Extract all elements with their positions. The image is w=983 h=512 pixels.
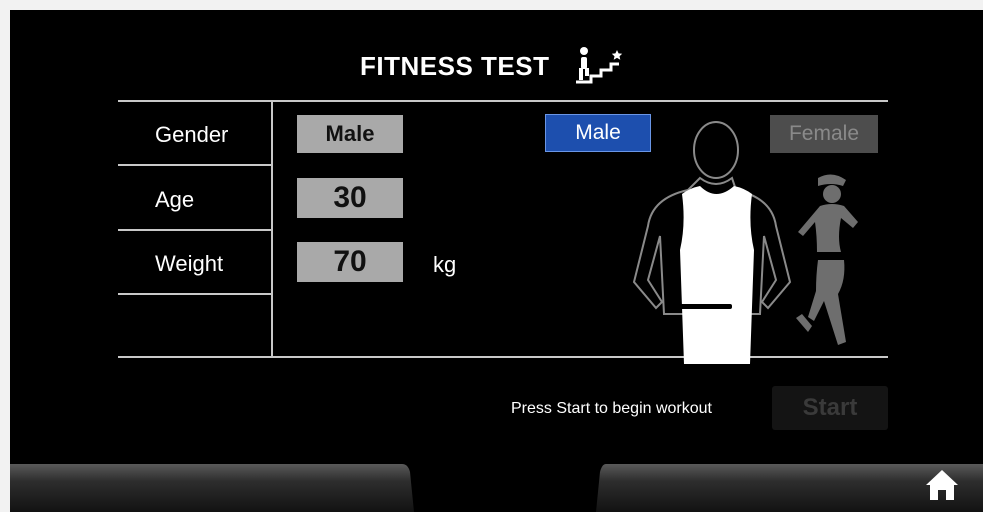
row-divider [118,164,273,166]
gender-label: Gender [155,122,229,147]
page-title: FITNESS TEST [360,50,550,81]
gender-figures-illustration [632,121,858,364]
fitness-test-screen: FITNESS TEST Gender Male Age 30 Weight 7… [10,10,983,512]
bottom-left-panel [10,464,414,512]
start-hint: Press Start to begin workout [511,400,712,417]
home-icon[interactable] [922,465,962,505]
age-value[interactable]: 30 [297,178,403,218]
stairs-climber-icon [576,47,623,84]
weight-value[interactable]: 70 [297,242,403,282]
female-figure [796,174,858,345]
male-figure [632,121,792,364]
row-divider [118,229,273,231]
start-button[interactable]: Start [772,386,888,430]
weight-unit: kg [433,252,457,277]
weight-label: Weight [155,251,224,276]
table-top-line [118,100,888,102]
gender-value[interactable]: Male [297,115,403,153]
age-label: Age [155,187,195,212]
row-divider [118,293,273,295]
bottom-bar [10,464,983,512]
header: FITNESS TEST [360,42,627,90]
